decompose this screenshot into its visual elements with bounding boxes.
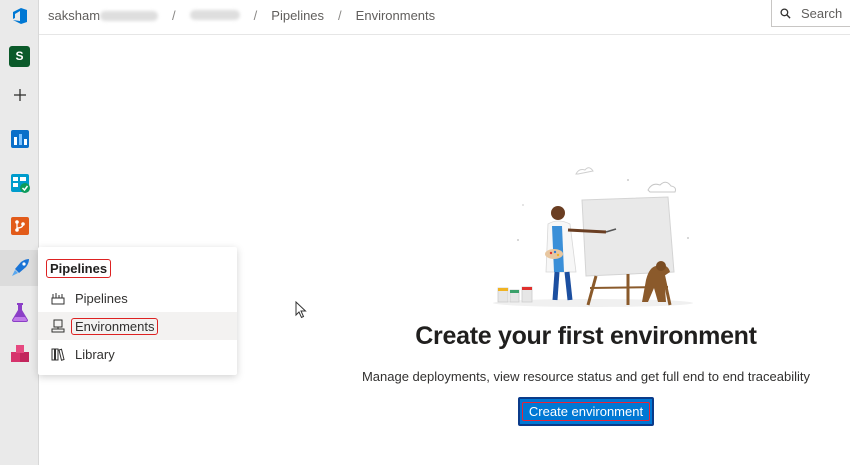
pipelines-rocket-icon <box>50 290 66 306</box>
breadcrumb-project[interactable] <box>189 10 240 20</box>
project-avatar[interactable]: S <box>0 39 39 73</box>
nav-overview[interactable] <box>0 122 39 156</box>
add-icon <box>13 89 26 101</box>
nav-test-plans[interactable] <box>0 295 39 329</box>
breadcrumb: saksham / / Pipelines / Environments <box>48 0 435 30</box>
nav-artifacts[interactable] <box>0 337 39 371</box>
nav-repos[interactable] <box>0 209 39 243</box>
search-box[interactable]: Search <box>771 0 850 27</box>
left-rail: S <box>0 0 39 465</box>
breadcrumb-environments[interactable]: Environments <box>356 8 435 23</box>
avatar: S <box>9 45 30 67</box>
empty-state-heading: Create your first environment <box>415 322 757 350</box>
breadcrumb-separator: / <box>253 7 258 23</box>
boards-icon <box>10 174 30 193</box>
nav-boards[interactable] <box>0 166 39 200</box>
flyout-item-pipelines[interactable]: Pipelines <box>38 284 237 312</box>
search-icon <box>780 7 791 19</box>
empty-state-illustration <box>493 167 693 307</box>
pipelines-icon <box>11 259 29 276</box>
flyout-item-label: Environments <box>71 317 159 335</box>
artifacts-icon <box>10 345 29 362</box>
create-environment-button[interactable]: Create environment <box>518 397 654 426</box>
azure-devops-icon <box>12 8 27 24</box>
flyout-item-label: Library <box>75 346 115 362</box>
library-icon <box>50 346 66 362</box>
flyout-item-library[interactable]: Library <box>38 340 237 368</box>
create-environment-label: Create environment <box>521 402 651 421</box>
environments-icon <box>50 318 66 334</box>
flyout-item-environments[interactable]: Environments <box>38 312 237 340</box>
flyout-title: Pipelines <box>46 259 112 278</box>
breadcrumb-separator: / <box>338 7 342 23</box>
top-bar: saksham / / Pipelines / Environments Sea… <box>0 0 850 35</box>
add-button[interactable] <box>0 78 39 112</box>
search-label: Search <box>801 5 843 21</box>
flyout-item-label: Pipelines <box>75 290 128 306</box>
mouse-cursor-icon <box>295 301 307 319</box>
repos-icon <box>10 217 29 235</box>
breadcrumb-org[interactable]: saksham <box>48 8 159 23</box>
redacted-text <box>100 11 159 22</box>
breadcrumb-separator: / <box>172 7 176 23</box>
overview-icon <box>10 130 29 148</box>
pipelines-flyout-menu: Pipelines Pipelines Environments Library <box>38 247 237 375</box>
empty-state-description: Manage deployments, view resource status… <box>361 369 811 384</box>
test-plans-icon <box>11 303 28 322</box>
azure-devops-logo[interactable] <box>0 0 39 32</box>
nav-pipelines[interactable] <box>0 250 39 286</box>
breadcrumb-pipelines[interactable]: Pipelines <box>271 8 324 23</box>
